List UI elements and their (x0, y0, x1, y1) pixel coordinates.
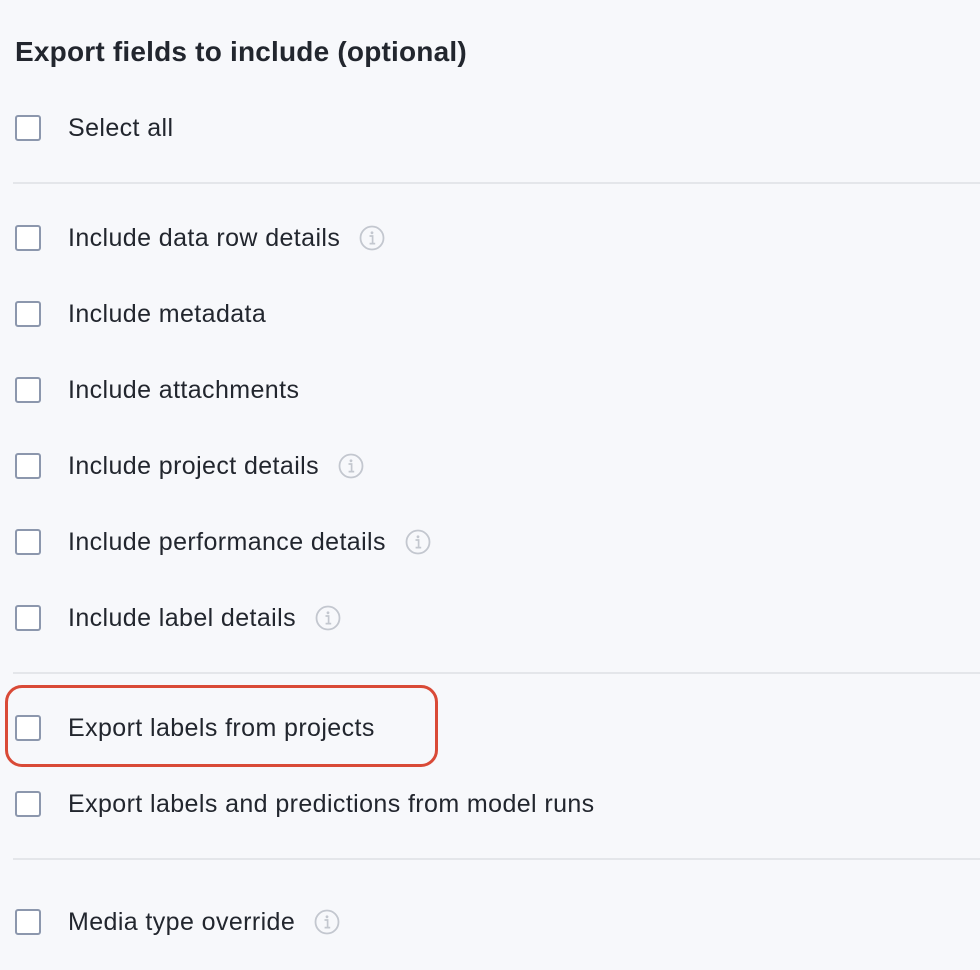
info-icon[interactable] (405, 529, 431, 555)
export-labels-from-projects-checkbox[interactable] (15, 715, 41, 741)
include-metadata-label: Include metadata (68, 300, 267, 328)
divider (13, 672, 980, 674)
export-labels-from-projects-option[interactable]: Export labels from projects (15, 712, 375, 744)
include-label-details-checkbox[interactable] (15, 605, 41, 631)
info-icon[interactable] (315, 605, 341, 631)
info-icon[interactable] (338, 453, 364, 479)
info-icon[interactable] (359, 225, 385, 251)
divider (13, 182, 980, 184)
select-all-option[interactable]: Select all (15, 112, 173, 144)
media-type-override-option[interactable]: Media type override (15, 906, 340, 938)
include-attachments-option[interactable]: Include attachments (15, 374, 299, 406)
export-labels-from-projects-label: Export labels from projects (68, 714, 375, 742)
export-labels-predictions-model-runs-checkbox[interactable] (15, 791, 41, 817)
divider (13, 858, 980, 860)
media-type-override-checkbox[interactable] (15, 909, 41, 935)
include-performance-details-checkbox[interactable] (15, 529, 41, 555)
include-performance-details-option[interactable]: Include performance details (15, 526, 431, 558)
info-icon[interactable] (314, 909, 340, 935)
include-project-details-label: Include project details (68, 452, 320, 480)
select-all-checkbox[interactable] (15, 115, 41, 141)
include-data-row-details-option[interactable]: Include data row details (15, 222, 385, 254)
include-attachments-checkbox[interactable] (15, 377, 41, 403)
include-performance-details-label: Include performance details (68, 528, 386, 556)
include-project-details-checkbox[interactable] (15, 453, 41, 479)
include-label-details-label: Include label details (68, 604, 296, 632)
include-data-row-details-label: Include data row details (68, 224, 341, 252)
export-labels-predictions-model-runs-label: Export labels and predictions from model… (68, 790, 595, 818)
include-label-details-option[interactable]: Include label details (15, 602, 341, 634)
include-project-details-option[interactable]: Include project details (15, 450, 364, 482)
include-attachments-label: Include attachments (68, 376, 300, 404)
media-type-override-label: Media type override (68, 908, 296, 936)
include-data-row-details-checkbox[interactable] (15, 225, 41, 251)
select-all-label: Select all (68, 114, 174, 142)
export-labels-predictions-model-runs-option[interactable]: Export labels and predictions from model… (15, 788, 595, 820)
include-metadata-option[interactable]: Include metadata (15, 298, 266, 330)
section-title: Export fields to include (optional) (15, 36, 467, 67)
include-metadata-checkbox[interactable] (15, 301, 41, 327)
